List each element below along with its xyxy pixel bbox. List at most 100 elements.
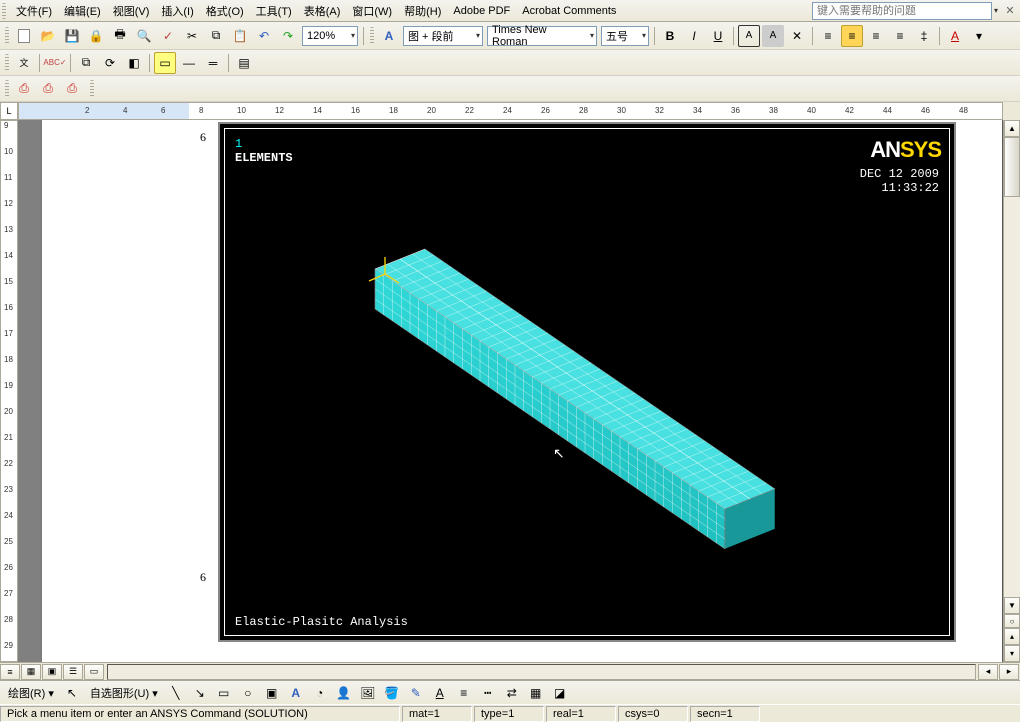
line-style-button[interactable]: ≡ [453,682,475,704]
menu-insert[interactable]: 插入(I) [155,1,199,21]
open-button[interactable]: 📂 [37,25,59,47]
textbox-button[interactable]: ▣ [261,682,283,704]
toolbar-grip[interactable] [5,80,9,98]
underline-button[interactable]: U [707,25,729,47]
menu-format[interactable]: 格式(O) [200,1,250,21]
line-color-button[interactable]: ✎ [405,682,427,704]
menu-tools[interactable]: 工具(T) [250,1,298,21]
font-combo[interactable]: Times New Roman [487,26,597,46]
toolbar-grip[interactable] [2,3,6,19]
help-search-input[interactable] [812,2,992,20]
menu-view[interactable]: 视图(V) [107,1,156,21]
horizontal-scrollbar[interactable] [107,664,976,680]
rectangle-button[interactable]: ▭ [213,682,235,704]
menu-help[interactable]: 帮助(H) [398,1,447,21]
redo-button[interactable]: ↷ [277,25,299,47]
toolbar-grip[interactable] [370,27,374,45]
select-objects-button[interactable]: ↖ [61,682,83,704]
oval-button[interactable]: ○ [237,682,259,704]
menu-adobe-pdf[interactable]: Adobe PDF [447,3,516,19]
outline-view-button[interactable]: ☰ [63,664,83,680]
more-button[interactable]: ▾ [968,25,990,47]
arrow-style-button[interactable]: ⇄ [501,682,523,704]
menu-file[interactable]: 文件(F) [10,1,58,21]
print-button[interactable]: 🖶 [109,25,131,47]
close-doc-icon[interactable]: ✕ [1002,3,1018,19]
spellcheck-button[interactable]: ✓ [157,25,179,47]
permissions-button[interactable]: 🔒 [85,25,107,47]
align-justify-button[interactable]: ≡ [889,25,911,47]
highlight-button[interactable]: ▭ [154,52,176,74]
pdf-review-button[interactable]: ⎙ [61,78,83,100]
new-button[interactable] [13,25,35,47]
reading-view-button[interactable]: ▭ [84,664,104,680]
3d-button[interactable]: ◪ [549,682,571,704]
dash-style-button[interactable]: ┅ [477,682,499,704]
hscroll-left-button[interactable]: ◂ [978,664,998,680]
line-button[interactable]: ╲ [165,682,187,704]
menu-window[interactable]: 窗口(W) [346,1,398,21]
hr-thick-button[interactable]: ═ [202,52,224,74]
toolbar-grip[interactable] [5,54,9,72]
web-view-button[interactable]: ▦ [21,664,41,680]
copy-button[interactable]: ⧉ [205,25,227,47]
undo-button[interactable]: ↶ [253,25,275,47]
char-border-button[interactable]: A [738,25,760,47]
arrow-button[interactable]: ↘ [189,682,211,704]
char-shading-button[interactable]: A [762,25,784,47]
columns-button[interactable]: ▤ [233,52,255,74]
scroll-up-button[interactable]: ▲ [1004,120,1020,137]
line-spacing-button[interactable]: ‡ [913,25,935,47]
convert-to-pdf-button[interactable]: ⎙ [13,78,35,100]
scroll-down-button[interactable]: ▼ [1004,597,1020,614]
horizontal-ruler[interactable]: 2 4 6 8 10 12 14 16 18 20 22 24 26 28 30… [18,102,1003,120]
spellcheck-abc-button[interactable]: ABC✓ [44,52,66,74]
picture-button[interactable]: 🖼 [357,682,379,704]
menu-table[interactable]: 表格(A) [298,1,347,21]
style-a-button[interactable]: A [378,25,400,47]
track-changes-button[interactable]: ⟳ [99,52,121,74]
paste-button[interactable]: 📋 [229,25,251,47]
vertical-scrollbar[interactable]: ▲ ▼ ○ ▴ ▾ [1003,120,1020,662]
next-page-button[interactable]: ▾ [1004,645,1020,662]
toolbar-grip[interactable] [90,80,94,98]
document-map-button[interactable]: ◧ [123,52,145,74]
ruby-button[interactable]: 文 [13,52,35,74]
word-count-button[interactable]: ⧉ [75,52,97,74]
scroll-track[interactable] [1004,137,1020,597]
vertical-ruler[interactable]: /*ticks rendered below*/ 910111213141516… [0,120,18,662]
style-combo[interactable]: 图 + 段前 [403,26,483,46]
scroll-thumb[interactable] [1004,137,1020,197]
italic-button[interactable]: I [683,25,705,47]
page-area[interactable]: 6 问题描述 6 1 ELEMENTS ANSYS DEC 12 2009 11… [18,120,1003,662]
font-color-button[interactable]: A [944,25,966,47]
clipart-button[interactable]: 👤 [333,682,355,704]
tab-selector[interactable]: L [0,102,18,120]
bold-button[interactable]: B [659,25,681,47]
diagram-button[interactable]: ◔ [309,682,331,704]
prev-page-button[interactable]: ▴ [1004,628,1020,645]
hr-thin-button[interactable]: — [178,52,200,74]
normal-view-button[interactable]: ≡ [0,664,20,680]
font-color-button[interactable]: A [429,682,451,704]
menu-edit[interactable]: 编辑(E) [58,1,107,21]
autoshapes-menu[interactable]: 自选图形(U) ▾ [84,683,164,703]
char-fx-button[interactable]: ✕ [786,25,808,47]
convert-to-pdf-email-button[interactable]: ⎙ [37,78,59,100]
browse-object-button[interactable]: ○ [1004,614,1020,628]
menu-acrobat-comments[interactable]: Acrobat Comments [516,3,622,19]
cut-button[interactable]: ✂ [181,25,203,47]
fill-color-button[interactable]: 🪣 [381,682,403,704]
align-right-button[interactable]: ≡ [865,25,887,47]
hscroll-right-button[interactable]: ▸ [999,664,1019,680]
zoom-combo[interactable]: 120% [302,26,358,46]
print-view-button[interactable]: ▣ [42,664,62,680]
shadow-button[interactable]: ▦ [525,682,547,704]
save-button[interactable]: 💾 [61,25,83,47]
align-center-button[interactable]: ≡ [841,25,863,47]
draw-menu[interactable]: 绘图(R) ▾ [2,683,60,703]
toolbar-grip[interactable] [5,27,9,45]
fontsize-combo[interactable]: 五号 [601,26,649,46]
align-left-button[interactable]: ≡ [817,25,839,47]
print-preview-button[interactable]: 🔍 [133,25,155,47]
